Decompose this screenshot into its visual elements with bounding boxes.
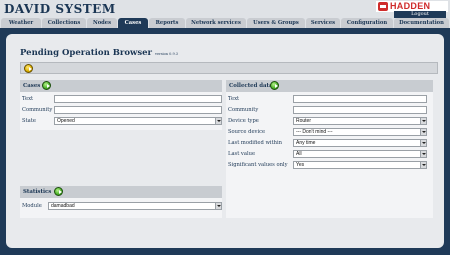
statistics-panel: Statistics Module damadbad [20, 186, 222, 218]
cases-community-label: Community [22, 107, 53, 113]
main-panel: Pending Operation Browser version 0.9.3 … [6, 34, 444, 248]
source-device-value: --- Don't mind --- [296, 129, 333, 135]
cases-text-input[interactable] [54, 95, 222, 103]
cases-panel: Cases Text Community State Opened [20, 80, 222, 130]
cases-heading: Cases [23, 82, 41, 89]
tab-users-groups[interactable]: Users & Groups [247, 18, 305, 28]
device-type-value: Router [296, 118, 312, 124]
tab-collections[interactable]: Collections [42, 18, 86, 28]
last-modified-select[interactable]: Any time [293, 139, 427, 147]
logout-button[interactable]: Logout [394, 11, 446, 18]
chevron-down-icon [215, 118, 221, 124]
chevron-down-icon [420, 162, 426, 168]
collected-data-panel: Collected data Text Community Device typ… [226, 80, 433, 218]
page-title-text: Pending Operation Browser [20, 48, 153, 58]
module-select[interactable]: damadbad [48, 202, 222, 210]
collected-text-label: Text [228, 96, 240, 102]
statistics-go-icon[interactable] [54, 187, 63, 196]
tab-configuration[interactable]: Configuration [341, 18, 393, 28]
brand-mark-icon [378, 2, 388, 11]
last-modified-value: Any time [296, 140, 316, 146]
last-value-value: All [296, 151, 302, 157]
tab-cases[interactable]: Cases [118, 18, 148, 28]
tab-documentation[interactable]: Documentation [394, 18, 449, 28]
chevron-down-icon [420, 129, 426, 135]
last-value-label: Last value [228, 151, 256, 157]
cases-go-icon[interactable] [42, 81, 51, 90]
last-modified-label: Last modified within [228, 140, 282, 146]
cases-community-input[interactable] [54, 106, 222, 114]
module-label: Module [22, 203, 42, 209]
statistics-panel-header: Statistics [20, 186, 222, 198]
chevron-down-icon [420, 140, 426, 146]
cases-state-select[interactable]: Opened [54, 117, 222, 125]
device-type-label: Device type [228, 118, 259, 124]
collected-community-label: Community [228, 107, 259, 113]
search-go-icon[interactable] [24, 64, 33, 73]
last-value-select[interactable]: All [293, 150, 427, 158]
page-title: Pending Operation Browser version 0.9.3 [20, 48, 178, 58]
collected-community-input[interactable] [293, 106, 427, 114]
collected-text-input[interactable] [293, 95, 427, 103]
version-label: version 0.9.3 [155, 52, 179, 56]
tab-network-services[interactable]: Network services [186, 18, 246, 28]
search-bar [20, 62, 438, 74]
brand-name: HADDEN [390, 1, 431, 11]
collected-heading: Collected data [229, 82, 273, 89]
chevron-down-icon [215, 203, 221, 209]
tab-nodes[interactable]: Nodes [87, 18, 117, 28]
tab-services[interactable]: Services [306, 18, 340, 28]
tab-reports[interactable]: Reports [149, 18, 185, 28]
cases-text-label: Text [22, 96, 34, 102]
cases-panel-header: Cases [20, 80, 222, 92]
significant-label: Significant values only [228, 162, 288, 168]
collected-go-icon[interactable] [270, 81, 279, 90]
tab-weather[interactable]: Weather [1, 18, 41, 28]
statistics-heading: Statistics [23, 188, 52, 195]
cases-state-value: Opened [57, 118, 75, 124]
chevron-down-icon [420, 118, 426, 124]
cases-state-label: State [22, 118, 36, 124]
significant-value: Yes [296, 162, 305, 168]
source-device-label: Source device [228, 129, 266, 135]
significant-select[interactable]: Yes [293, 161, 427, 169]
device-type-select[interactable]: Router [293, 117, 427, 125]
source-device-select[interactable]: --- Don't mind --- [293, 128, 427, 136]
chevron-down-icon [420, 151, 426, 157]
main-nav: Weather Collections Nodes Cases Reports … [0, 18, 450, 28]
app-header: DAVID SYSTEM HADDEN Logout [0, 0, 450, 18]
app-title: DAVID SYSTEM [4, 2, 116, 16]
collected-panel-header: Collected data [226, 80, 433, 92]
module-value: damadbad [51, 203, 75, 209]
